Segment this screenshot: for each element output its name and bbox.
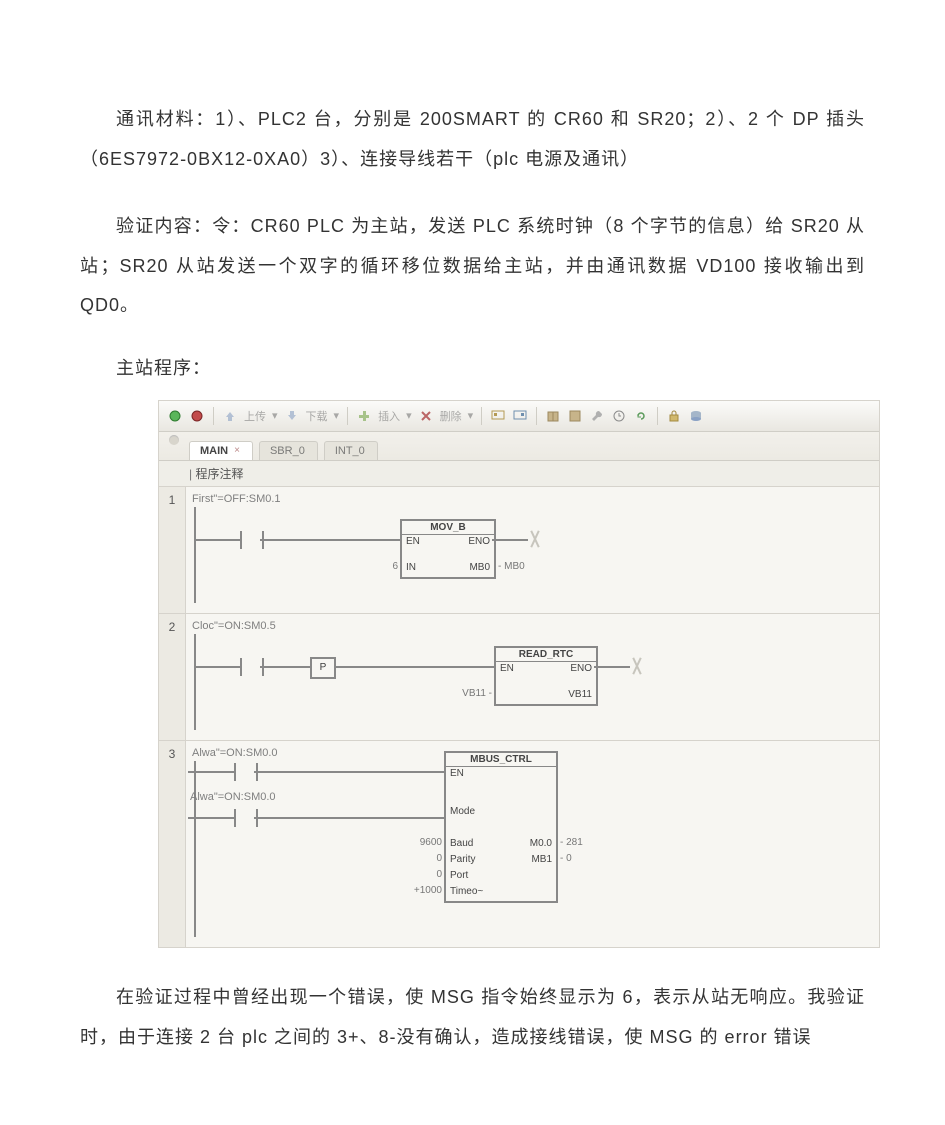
mbus-port-val: 0 [436,869,446,880]
mov-b-en: EN [406,536,420,550]
network-2-comment: Cloc"=ON:SM0.5 [192,620,873,632]
mbus-baud-tail: - 281 [556,837,583,848]
mov-b-in: IN [406,562,416,576]
mbus-port: Port [450,870,468,884]
ladder-area-2: Cloc"=ON:SM0.5 P READ_RTC EN ENO [186,614,879,740]
refresh-icon[interactable] [633,408,649,424]
separator-icon-3 [481,407,482,425]
download-label[interactable]: 下载 [306,408,328,424]
tabbar-handle-icon [169,435,179,445]
mbus-parity: Parity [450,854,476,868]
insert-icon[interactable] [356,408,372,424]
db-icon[interactable] [688,408,704,424]
mbus-parity-val: 0 [436,853,446,864]
tool-icon-1[interactable] [490,408,506,424]
paragraph-validation: 验证内容：令：CR60 PLC 为主站，发送 PLC 系统时钟（8 个字节的信息… [80,207,865,326]
tab-main[interactable]: MAIN × [189,441,253,460]
editor-toolbar: 上传 ▾ 下载 ▾ 插入 ▾ 删除 ▾ [159,401,879,432]
mbus-ctrl-block: MBUS_CTRL EN Mode Baud M0.0 9600 [444,751,558,903]
tab-int-label: INT_0 [335,445,365,457]
read-rtc-out: VB11 [568,689,592,703]
mbus-ctrl-title: MBUS_CTRL [446,753,556,767]
delete-label[interactable]: 删除 [440,408,462,424]
tab-int[interactable]: INT_0 [324,441,378,460]
mbus-baud-out: M0.0 [530,838,552,852]
read-rtc-block: READ_RTC EN ENO VB11 VB11 - [494,646,598,706]
read-rtc-eno: ENO [570,663,592,677]
network-2: 2 Cloc"=ON:SM0.5 P READ_RTC EN ENO [159,614,879,741]
mov-b-eno: ENO [468,536,490,550]
ladder-area-3: Alwa"=ON:SM0.0 Alwa"=ON:SM0.0 MBUS_CTRL … [186,741,879,947]
mov-b-out: MB0 [469,562,490,576]
document-page: 通讯材料：1）、PLC2 台，分别是 200SMART 的 CR60 和 SR2… [0,0,945,1125]
network-number: 1 [159,487,186,613]
run-icon[interactable] [167,408,183,424]
mbus-timeout-val: +1000 [414,885,446,896]
network-3-comment-2: Alwa"=ON:SM0.0 [190,791,276,803]
program-comment-row: 程序注释 [159,461,879,487]
mbus-baud: Baud [450,838,473,852]
read-rtc-title: READ_RTC [496,648,596,662]
mbus-en: EN [450,768,464,782]
tool-icon-2[interactable] [512,408,528,424]
download-icon[interactable] [284,408,300,424]
tab-sbr[interactable]: SBR_0 [259,441,318,460]
upload-label[interactable]: 上传 [244,408,266,424]
tab-sbr-label: SBR_0 [270,445,305,457]
tab-main-label: MAIN [200,445,228,457]
stop-icon[interactable] [189,408,205,424]
mbus-parity-tail: - 0 [556,853,572,864]
book2-icon[interactable] [567,408,583,424]
upload-icon[interactable] [222,408,238,424]
positive-edge-box: P [310,657,336,679]
network-number: 3 [159,741,186,947]
rung-terminator [630,658,646,674]
insert-label[interactable]: 插入 [378,408,400,424]
paragraph-error: 在验证过程中曾经出现一个错误，使 MSG 指令始终显示为 6，表示从站无响应。我… [80,978,865,1057]
delete-icon[interactable] [418,408,434,424]
section-heading-master-program: 主站程序： [80,354,865,380]
rung-terminator [528,531,544,547]
read-rtc-en: EN [500,663,514,677]
network-1: 1 First"=OFF:SM0.1 MOV_B EN ENO [159,487,879,614]
dropdown-caret-1[interactable]: ▾ [272,409,278,422]
mov-b-block: MOV_B EN ENO IN MB0 6 - MB0 [400,519,496,579]
network-1-comment: First"=OFF:SM0.1 [192,493,873,505]
network-number: 2 [159,614,186,740]
mbus-parity-out: MB1 [531,854,552,868]
mbus-mode: Mode [450,806,475,820]
clock-icon[interactable] [611,408,627,424]
network-3: 3 Alwa"=ON:SM0.0 Alwa"=ON:SM0.0 MBUS_CTR… [159,741,879,947]
dropdown-caret-2[interactable]: ▾ [334,409,340,422]
paragraph-materials: 通讯材料：1）、PLC2 台，分别是 200SMART 的 CR60 和 SR2… [80,100,865,179]
dropdown-caret-4[interactable]: ▾ [468,409,474,422]
mov-b-in-val: 6 [392,561,402,572]
editor-tabbar: MAIN × SBR_0 INT_0 [159,432,879,461]
mov-b-title: MOV_B [402,521,494,535]
close-icon[interactable]: × [234,445,240,456]
ladder-area-1: First"=OFF:SM0.1 MOV_B EN ENO I [186,487,879,613]
separator-icon [213,407,214,425]
book-icon[interactable] [545,408,561,424]
lock-icon[interactable] [666,408,682,424]
read-rtc-ext-l: VB11 - [462,688,496,699]
separator-icon-4 [536,407,537,425]
separator-icon-5 [657,407,658,425]
separator-icon-2 [347,407,348,425]
ladder-editor-screenshot: 上传 ▾ 下载 ▾ 插入 ▾ 删除 ▾ [158,400,880,948]
dropdown-caret-3[interactable]: ▾ [406,409,412,422]
mbus-baud-val: 9600 [420,837,446,848]
wrench-icon[interactable] [589,408,605,424]
mbus-timeout: Timeo~ [450,886,483,900]
mov-b-out-ext: - MB0 [494,561,525,572]
